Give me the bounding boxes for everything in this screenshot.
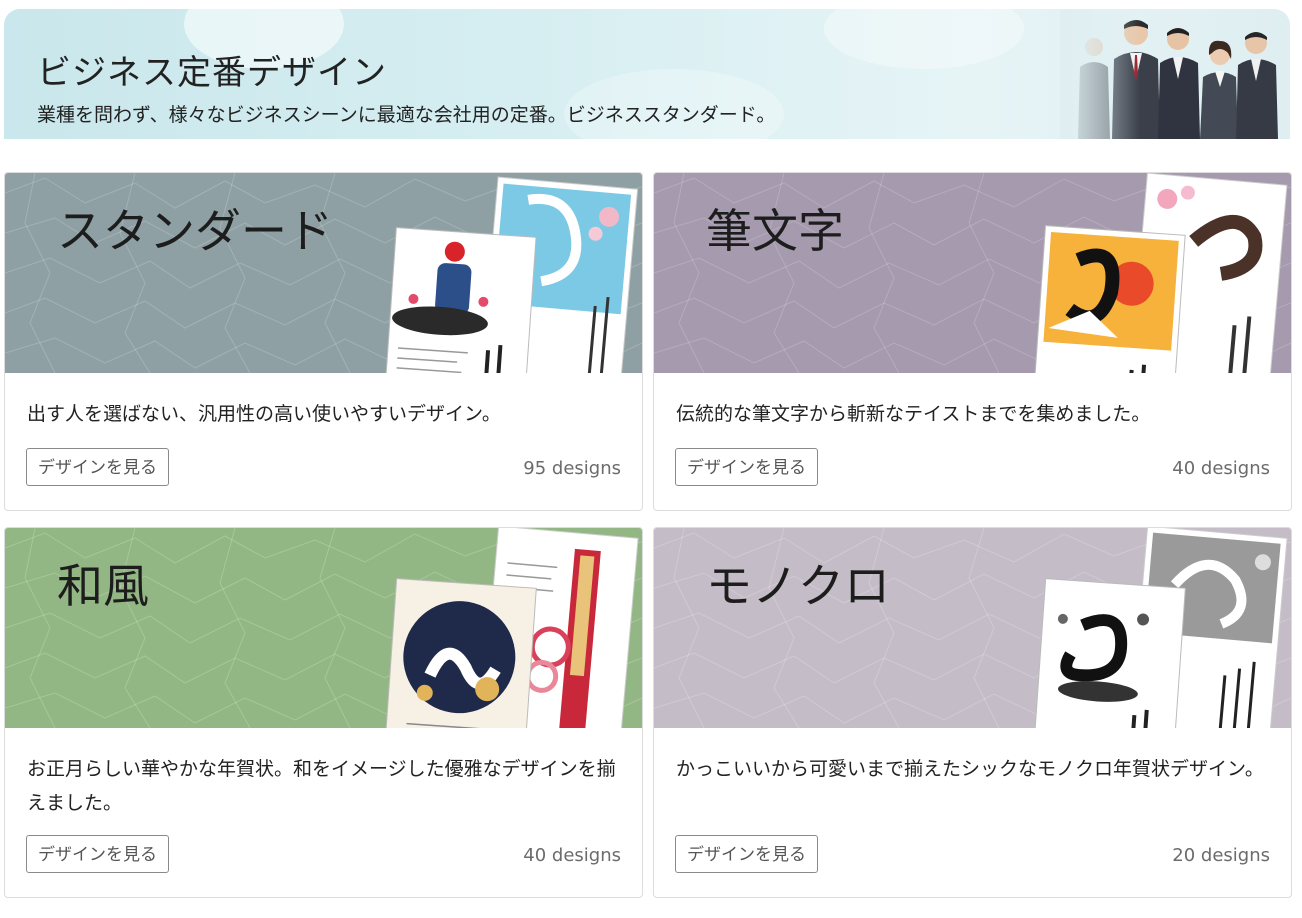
business-people-photo bbox=[1060, 9, 1290, 139]
design-count: 40 designs bbox=[1172, 458, 1270, 479]
category-description: かっこいいから可愛いまで揃えたシックなモノクロ年賀状デザイン。 bbox=[676, 758, 1264, 780]
category-banner[interactable]: スタンダード bbox=[5, 173, 642, 373]
category-description: 伝統的な筆文字から斬新なテイストまでを集めました。 bbox=[676, 403, 1151, 425]
category-banner[interactable]: 和風 bbox=[5, 528, 642, 728]
category-card-wafu[interactable]: 和風 お正月らしい華やかな年賀状。和をイメージした優雅なデザインを揃えました。 … bbox=[4, 527, 643, 898]
category-card-monochrome[interactable]: モノクロ かっこいいから可愛いまで揃えたシックなモノクロ年賀状デザイン。 デザイ… bbox=[653, 527, 1292, 898]
category-card-standard[interactable]: スタンダード 出す人を選ばない、汎用性の高い使いやすいデザイン。 デザインを見る… bbox=[4, 172, 643, 511]
nengajo-sample-cards bbox=[1032, 528, 1288, 728]
category-title: スタンダード bbox=[57, 204, 333, 258]
view-designs-button[interactable]: デザインを見る bbox=[675, 835, 818, 873]
category-banner[interactable]: モノクロ bbox=[654, 528, 1291, 728]
page-title: ビジネス定番デザイン bbox=[37, 53, 387, 93]
category-title: 筆文字 bbox=[706, 204, 844, 258]
view-designs-button[interactable]: デザインを見る bbox=[26, 835, 169, 873]
category-title: モノクロ bbox=[706, 559, 890, 613]
view-designs-button[interactable]: デザインを見る bbox=[675, 448, 818, 486]
hero-glow bbox=[824, 9, 1024, 69]
design-count: 40 designs bbox=[523, 845, 621, 866]
nengajo-sample-cards bbox=[1032, 173, 1288, 373]
design-count: 95 designs bbox=[523, 458, 621, 479]
nengajo-sample-cards bbox=[383, 528, 639, 728]
page-subtitle: 業種を問わず、様々なビジネスシーンに最適な会社用の定番。ビジネススタンダード。 bbox=[37, 104, 776, 126]
nengajo-sample-cards bbox=[383, 176, 639, 373]
category-description: 出す人を選ばない、汎用性の高い使いやすいデザイン。 bbox=[27, 403, 501, 425]
category-title: 和風 bbox=[57, 559, 149, 613]
category-description: お正月らしい華やかな年賀状。和をイメージした優雅なデザインを揃えました。 bbox=[27, 758, 616, 814]
design-count: 20 designs bbox=[1172, 845, 1270, 866]
category-banner[interactable]: 筆文字 bbox=[654, 173, 1291, 373]
category-card-fude[interactable]: 筆文字 伝統的な筆文字から斬新なテイストまでを集めました。 デザインを見る 40… bbox=[653, 172, 1292, 511]
view-designs-button[interactable]: デザインを見る bbox=[26, 448, 169, 486]
category-hero-banner: ビジネス定番デザイン 業種を問わず、様々なビジネスシーンに最適な会社用の定番。ビ… bbox=[4, 9, 1290, 139]
